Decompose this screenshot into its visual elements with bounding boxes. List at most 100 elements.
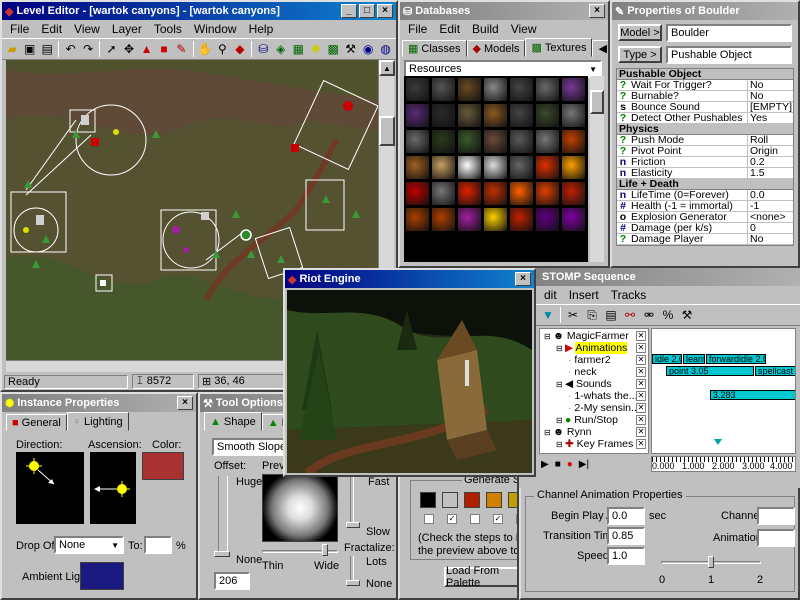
copy-icon[interactable]: ⎘	[583, 306, 601, 324]
pencil-icon[interactable]: ✎	[173, 40, 189, 58]
model-button[interactable]: Model >	[618, 24, 662, 41]
tab-textures[interactable]: ▩ Textures	[525, 38, 593, 57]
texture-thumbnail[interactable]	[535, 181, 560, 206]
menu-help[interactable]: Help	[243, 22, 280, 36]
channel-field[interactable]	[757, 507, 795, 525]
shape-select[interactable]: Smooth Slope	[212, 438, 292, 456]
dropoff-select[interactable]: None ▼	[54, 536, 124, 554]
texture-thumbnail[interactable]	[405, 77, 430, 102]
undo-icon[interactable]: ↶	[62, 40, 78, 58]
property-value[interactable]: [EMPTY]	[747, 102, 793, 113]
texture-thumbnail[interactable]	[457, 77, 482, 102]
tab-classes[interactable]: ▦ Classes	[402, 40, 467, 57]
tree-item[interactable]: ⊟ ☻ Rynn ✕	[540, 426, 648, 438]
raise-terrain-icon[interactable]: ▲	[138, 40, 154, 58]
size-field[interactable]: 206	[214, 572, 250, 590]
select-arrow-icon[interactable]: ➚	[103, 40, 119, 58]
texture-thumbnail[interactable]	[483, 207, 508, 232]
to-field[interactable]	[144, 536, 172, 554]
texture-thumbnail[interactable]	[509, 155, 534, 180]
step-icon[interactable]: ▶|	[579, 459, 589, 470]
tab-general[interactable]: ■ General	[6, 414, 67, 431]
layers-icon[interactable]: ◈	[273, 40, 289, 58]
expand-icon[interactable]: ⊟	[556, 440, 565, 449]
record-icon[interactable]: ●	[567, 459, 573, 470]
texture-thumbnail[interactable]	[535, 155, 560, 180]
fractalize-slider-thumb[interactable]	[346, 580, 360, 586]
palette-checkbox[interactable]: ✓	[516, 514, 517, 524]
ambient-color-swatch[interactable]	[80, 562, 124, 590]
width-slider-thumb[interactable]	[322, 544, 328, 556]
texture-thumbnail[interactable]	[457, 181, 482, 206]
stomp-titlebar[interactable]: STOMP Sequence	[519, 268, 800, 286]
wand-icon[interactable]: ⚒	[678, 306, 696, 324]
stomp-menu-insert[interactable]: Insert	[563, 288, 605, 302]
load-from-palette-button[interactable]: Load From Palette	[444, 565, 517, 589]
texture-thumbnail[interactable]	[561, 103, 586, 128]
ascension-control[interactable]	[90, 452, 136, 524]
texture-thumbnail[interactable]	[431, 77, 456, 102]
property-value[interactable]: <none>	[747, 212, 793, 223]
texture-thumbnail[interactable]	[405, 181, 430, 206]
track-enable-checkbox[interactable]: ✕	[636, 367, 646, 377]
texture-thumbnail[interactable]	[483, 181, 508, 206]
texture-thumbnail[interactable]	[535, 103, 560, 128]
tab-models[interactable]: ◆ Models	[466, 40, 526, 57]
speed-slider[interactable]	[661, 556, 761, 570]
timeline-area[interactable]: idle 2.0leanfoforwardidle 2.05 point 3.05…	[651, 328, 796, 454]
property-value[interactable]: Roll	[747, 135, 793, 146]
animation-track-clip[interactable]: forwardidle 2.05	[706, 354, 766, 364]
texture-thumbnail[interactable]	[561, 207, 586, 232]
save-icon[interactable]: ▣	[21, 40, 37, 58]
scroll-up-button[interactable]: ▲	[379, 60, 395, 76]
stomp-menu-edit[interactable]: dit	[538, 288, 563, 302]
tree-item[interactable]: · neck ✕	[540, 366, 648, 378]
transition-field[interactable]: 0.85	[607, 527, 645, 545]
tree-item[interactable]: · farmer2 ✕	[540, 354, 648, 366]
expand-icon[interactable]: ⊟	[556, 380, 565, 389]
texture-thumbnail[interactable]	[405, 207, 430, 232]
scissors-icon[interactable]: ✂	[564, 306, 582, 324]
animation-track-clip[interactable]: 3.283	[710, 390, 795, 400]
databases-close-button[interactable]: ×	[589, 4, 605, 18]
offset-slider[interactable]	[218, 476, 228, 556]
texture-thumbnail[interactable]	[431, 103, 456, 128]
track-enable-checkbox[interactable]: ✕	[636, 355, 646, 365]
animation-track-clip[interactable]: leanfo	[683, 354, 705, 364]
texture-thumbnail[interactable]	[483, 103, 508, 128]
tree-item[interactable]: ⊟ ▶ Animations ✕	[540, 342, 648, 354]
animation-track-clip[interactable]: idle 2.0	[652, 354, 682, 364]
eye-icon[interactable]: ◉	[360, 40, 376, 58]
close-button[interactable]: ×	[377, 4, 393, 18]
expand-icon[interactable]: ⊟	[544, 428, 553, 437]
type-field[interactable]: Pushable Object	[666, 46, 792, 64]
texture-thumbnail[interactable]	[457, 155, 482, 180]
move-icon[interactable]: ✥	[121, 40, 137, 58]
link-icon[interactable]: ⚯	[621, 306, 639, 324]
texture-thumbnail[interactable]	[457, 129, 482, 154]
stamp-icon[interactable]: ■	[156, 40, 172, 58]
paste-icon[interactable]: ▤	[602, 306, 620, 324]
property-value[interactable]: No	[747, 91, 793, 102]
palette-swatch[interactable]	[442, 492, 458, 508]
tree-item[interactable]: ⊟ ● Run/Stop ✕	[540, 414, 648, 426]
play-icon[interactable]: ▶	[541, 459, 549, 470]
property-value[interactable]: No	[747, 234, 793, 245]
percent-icon[interactable]: %	[659, 306, 677, 324]
instance-close-button[interactable]: ×	[177, 396, 193, 410]
palette-checkbox[interactable]	[470, 514, 480, 524]
light-icon[interactable]: ✺	[308, 40, 324, 58]
texture-thumbnail[interactable]	[509, 129, 534, 154]
engine-viewport[interactable]	[287, 290, 532, 473]
stomp-menu-tracks[interactable]: Tracks	[605, 288, 653, 302]
track-enable-checkbox[interactable]: ✕	[636, 427, 646, 437]
globe-icon[interactable]: ◍	[377, 40, 393, 58]
speed-slider-vertical[interactable]	[350, 476, 354, 528]
texture-thumbnail[interactable]	[483, 129, 508, 154]
expand-icon[interactable]: ⊟	[556, 344, 565, 353]
texture-scroll-thumb[interactable]	[590, 90, 604, 114]
speed-slider-vertical-thumb[interactable]	[346, 522, 360, 528]
texture-thumbnail[interactable]	[457, 103, 482, 128]
databases-titlebar[interactable]: ⛁ Databases ×	[400, 2, 608, 20]
palette-swatch[interactable]	[486, 492, 502, 508]
